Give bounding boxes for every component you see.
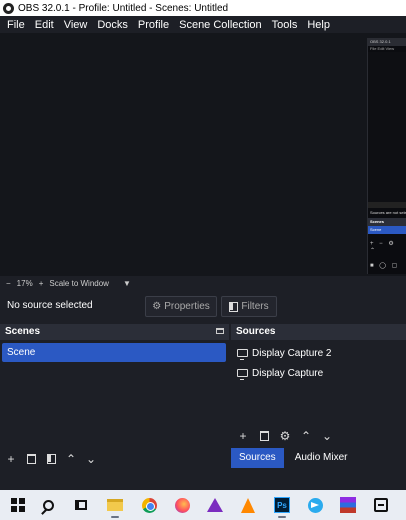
zoom-in-button[interactable]: + (39, 279, 44, 288)
display-capture-icon (237, 349, 248, 360)
properties-label: Properties (164, 301, 210, 312)
menu-bar: File Edit View Docks Profile Scene Colle… (0, 16, 406, 33)
thumb-footer: ■ ◯ ▢ (370, 263, 400, 269)
file-explorer-icon[interactable] (107, 497, 123, 513)
sources-title: Sources (236, 326, 276, 337)
source-properties-button[interactable]: ⚙ (278, 429, 292, 443)
photoshop-icon[interactable]: Ps (274, 497, 290, 513)
filters-button[interactable]: Filters (221, 296, 277, 317)
scenes-dock-header: Scenes (0, 324, 229, 340)
scene-item[interactable]: Scene (2, 343, 226, 362)
scene-filters-button[interactable] (44, 452, 58, 466)
winrar-icon[interactable] (340, 497, 356, 513)
zoom-level: 17% (16, 279, 33, 288)
obs-logo-icon (3, 2, 14, 14)
thumb-scenes-header: Scenes (368, 218, 406, 226)
source-label: Display Capture (252, 367, 324, 379)
source-item[interactable]: Display Capture (237, 364, 323, 382)
menu-edit[interactable]: Edit (30, 19, 59, 31)
trash-icon (259, 431, 269, 441)
menu-view[interactable]: View (59, 19, 93, 31)
context-bar: No source selected ⚙ Properties Filters (0, 292, 406, 321)
dock-tabs: Sources Audio Mixer (231, 448, 406, 468)
menu-help[interactable]: Help (302, 19, 335, 31)
gear-icon: ⚙ (152, 301, 162, 312)
telegram-icon[interactable] (307, 497, 323, 513)
add-source-button[interactable]: + (236, 429, 250, 443)
filters-icon (46, 454, 56, 464)
tab-audio-mixer[interactable]: Audio Mixer (286, 448, 356, 468)
running-indicator (111, 516, 119, 518)
menu-docks[interactable]: Docks (92, 19, 133, 31)
scenes-title: Scenes (5, 326, 41, 337)
title-bar: OBS 32.0.1 - Profile: Untitled - Scenes:… (0, 0, 406, 16)
preview-recursive-capture: OBS 32.0.1 File Edit View Sources are no… (367, 38, 406, 274)
thumb-preview (368, 52, 406, 202)
window-title: OBS 32.0.1 - Profile: Untitled - Scenes:… (18, 2, 229, 14)
no-source-label: No source selected (7, 300, 93, 311)
move-scene-up-button[interactable]: ⌃ (64, 452, 78, 466)
move-source-down-button[interactable]: ⌄ (320, 429, 334, 443)
chevron-down-icon[interactable]: ▼ (123, 279, 131, 288)
source-label: Display Capture 2 (252, 347, 332, 359)
trash-icon (26, 454, 36, 464)
move-scene-down-button[interactable]: ⌄ (84, 452, 98, 466)
scenes-toolbar: + ⌃ ⌄ (0, 450, 229, 468)
display-capture-icon (237, 369, 248, 380)
chrome-icon[interactable] (141, 497, 157, 513)
add-scene-button[interactable]: + (4, 452, 18, 466)
properties-button[interactable]: ⚙ Properties (145, 296, 217, 317)
running-indicator (278, 516, 286, 518)
scenes-list: Scene (0, 340, 229, 448)
sources-list: Display Capture 2 Display Capture (231, 340, 406, 428)
source-item[interactable]: Display Capture 2 (237, 344, 331, 362)
thumb-status: Sources are not selected (370, 210, 406, 215)
windows-start-icon[interactable] (10, 497, 26, 513)
zoom-out-button[interactable]: − (6, 279, 11, 288)
undock-icon[interactable] (216, 328, 224, 334)
search-icon[interactable] (40, 497, 56, 513)
menu-file[interactable]: File (2, 19, 30, 31)
move-source-up-button[interactable]: ⌃ (299, 429, 313, 443)
sources-toolbar: + ⚙ ⌃ ⌄ (231, 427, 406, 445)
tab-sources[interactable]: Sources (231, 448, 284, 468)
remove-source-button[interactable] (257, 429, 271, 443)
windows-taskbar: Ps (0, 490, 406, 520)
filters-icon (229, 301, 239, 312)
capcut-icon[interactable] (373, 497, 389, 513)
zoom-bar: − 17% + Scale to Window ▼ (0, 276, 406, 291)
filters-label: Filters (241, 301, 269, 312)
task-view-icon[interactable] (73, 497, 89, 513)
remove-scene-button[interactable] (24, 452, 38, 466)
thumb-title: OBS 32.0.1 (368, 38, 406, 46)
firefox-icon[interactable] (174, 497, 190, 513)
scale-mode-label[interactable]: Scale to Window (49, 279, 109, 288)
preview-canvas[interactable] (0, 33, 406, 276)
sources-dock-header: Sources (231, 324, 406, 340)
thumb-toolbar: + − ⚙ ⌃ (370, 241, 396, 254)
menu-tools[interactable]: Tools (267, 19, 303, 31)
menu-scene-collection[interactable]: Scene Collection (174, 19, 267, 31)
vlc-icon[interactable] (240, 497, 256, 513)
menu-profile[interactable]: Profile (133, 19, 174, 31)
thumb-scene-item: Scene (368, 226, 406, 234)
affinity-icon[interactable] (207, 497, 223, 513)
